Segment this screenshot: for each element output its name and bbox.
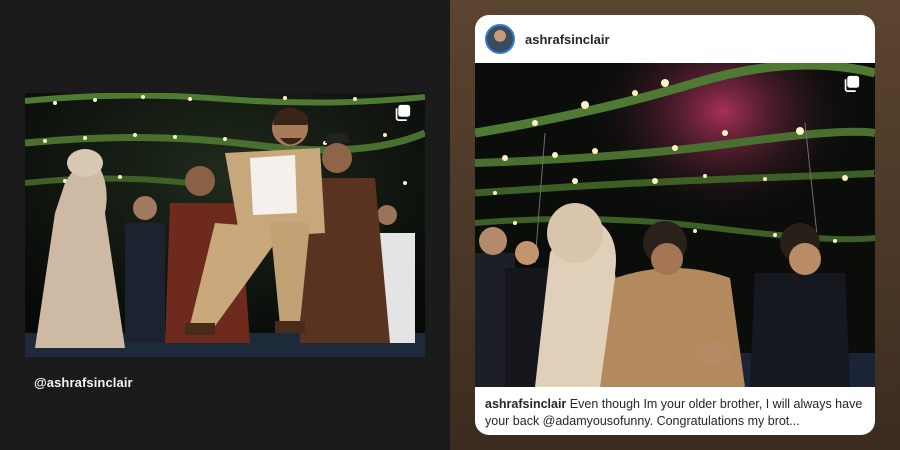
profile-avatar[interactable] [485,24,515,54]
photo-illustration [475,63,875,387]
caption-username[interactable]: ashrafsinclair [485,397,566,411]
post-header: ashrafsinclair [475,15,875,63]
post-caption: ashrafsinclair Even though Im your older… [485,396,869,430]
multiple-photos-icon [844,75,860,92]
post-card: ashrafsinclair ashrafsinclair Even thoug… [475,15,875,435]
left-panel: @ashrafsinclair [0,0,450,450]
post-photo-wedding-hug[interactable] [475,63,875,387]
multiple-photos-icon [395,104,411,121]
header-username[interactable]: ashrafsinclair [525,32,610,47]
post-username[interactable]: @ashrafsinclair [34,375,133,390]
right-panel: ashrafsinclair ashrafsinclair Even thoug… [450,0,900,450]
post-photo-wedding-lift[interactable] [25,93,425,357]
photo-illustration [25,93,425,357]
